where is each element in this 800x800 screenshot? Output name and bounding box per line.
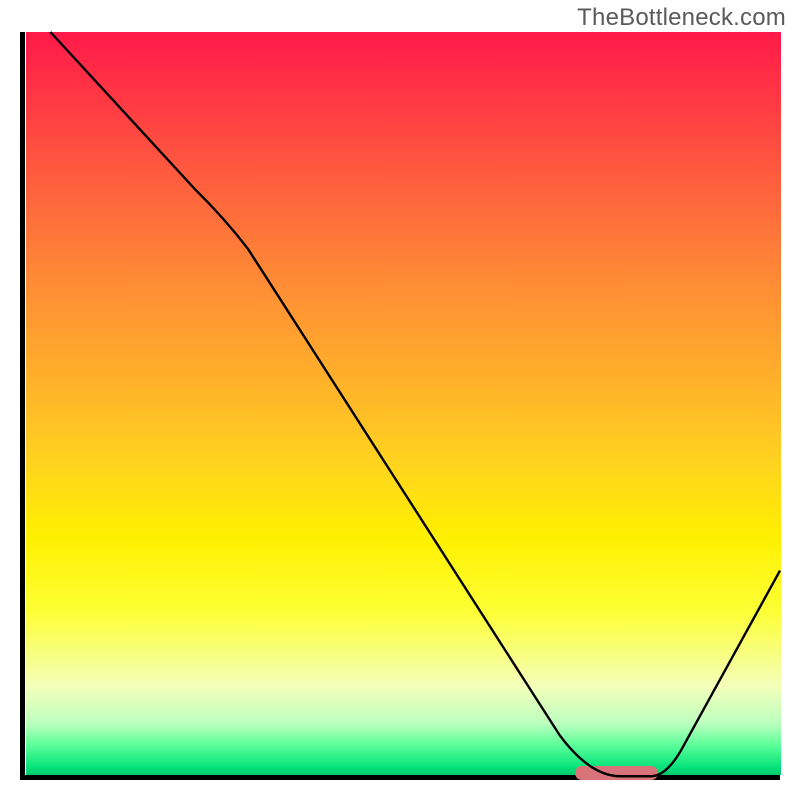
curve-path: [50, 32, 780, 776]
chart-frame: TheBottleneck.com: [0, 0, 800, 800]
bottleneck-curve: [20, 32, 780, 780]
watermark-text: TheBottleneck.com: [577, 4, 786, 32]
plot-area: [20, 32, 780, 780]
